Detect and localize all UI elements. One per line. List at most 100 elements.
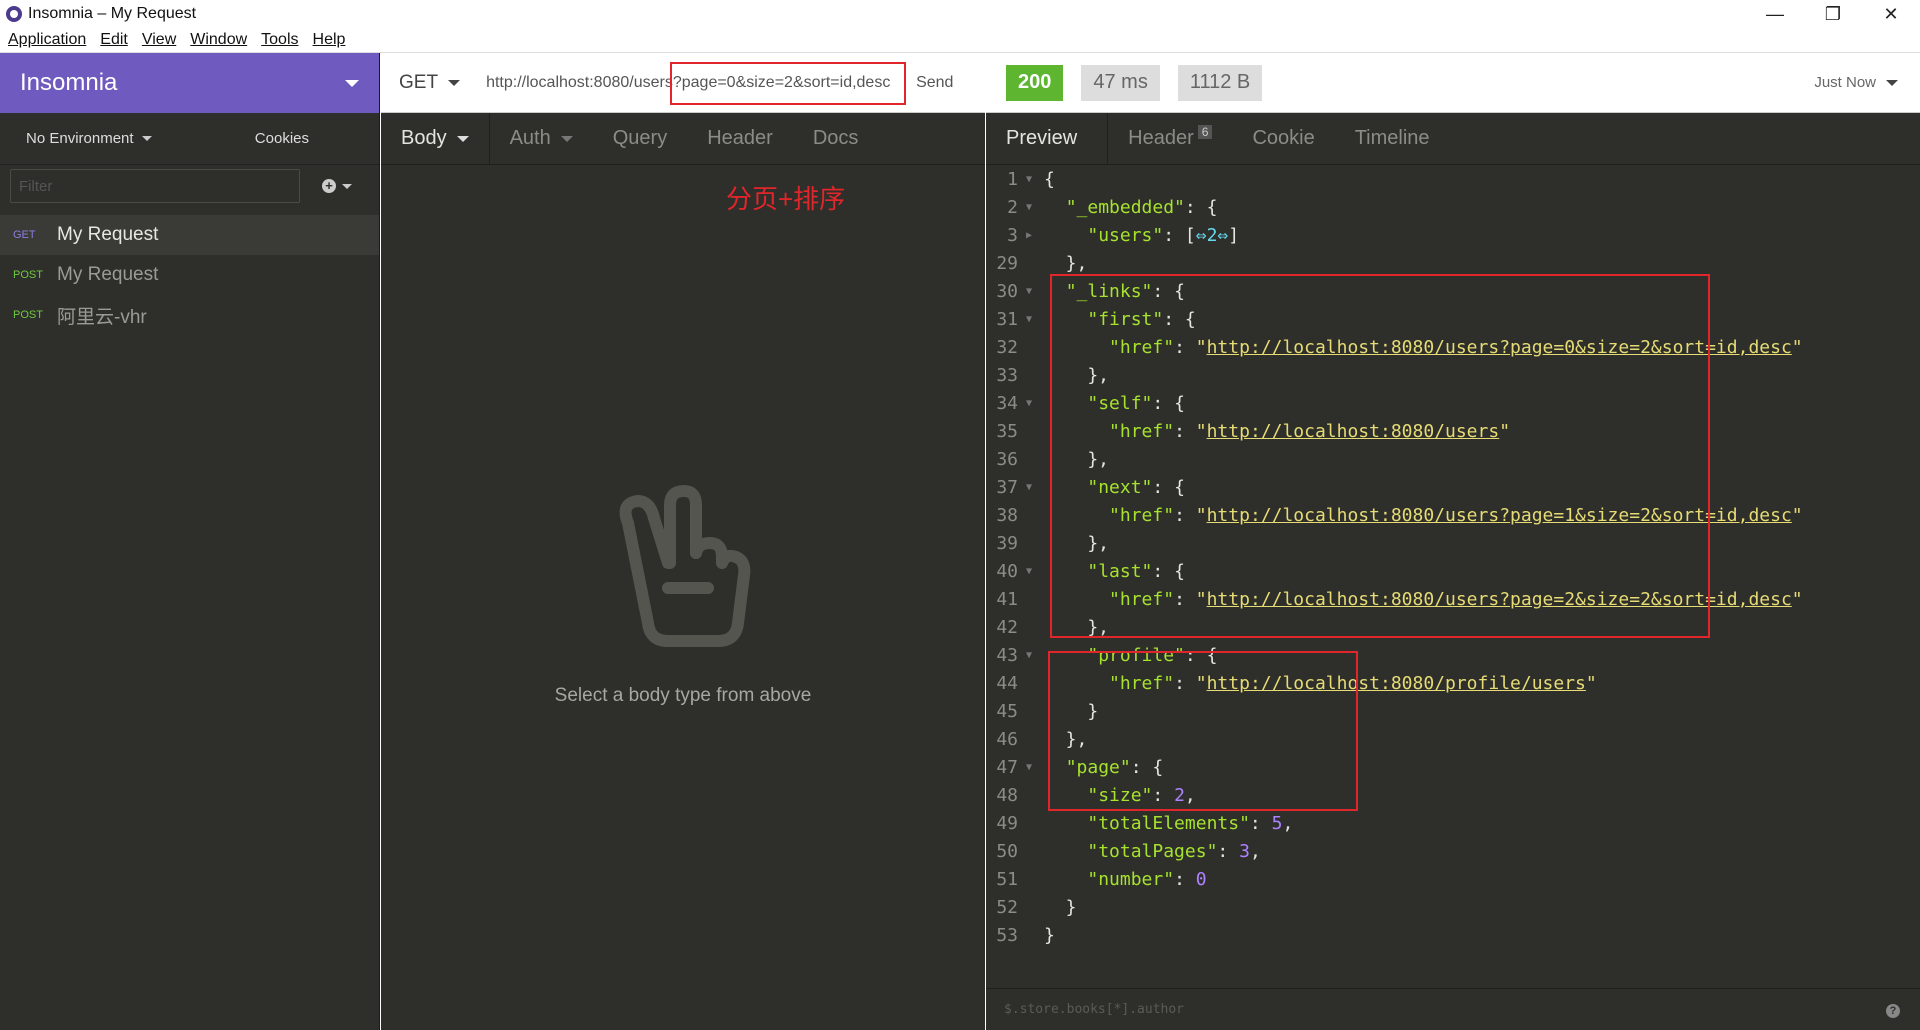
jsonpath-filter-input[interactable]: $.store.books[*].author: [986, 988, 1920, 1030]
size-badge: 1112 B: [1177, 64, 1263, 101]
code-line: 52 }: [996, 896, 1077, 918]
tab-query[interactable]: Query: [593, 113, 687, 165]
request-name: My Request: [57, 224, 159, 245]
method-label: GET: [399, 71, 439, 93]
total-elements-value: 5: [1271, 812, 1283, 834]
help-icon[interactable]: ?: [1886, 1004, 1900, 1018]
request-method: GET: [13, 229, 36, 241]
sidebar: Insomnia No Environment Cookies + GET My…: [0, 53, 380, 1030]
fold-toggle-icon[interactable]: ▶: [1022, 230, 1036, 241]
filter-input[interactable]: [10, 169, 300, 203]
code-line: 50 "totalPages": 3,: [996, 840, 1261, 862]
tab-label: Body: [401, 127, 447, 149]
method-dropdown[interactable]: GET: [381, 72, 478, 94]
add-request-button[interactable]: +: [322, 179, 352, 193]
chevron-down-icon: [448, 79, 461, 86]
peace-hand-icon: [619, 485, 751, 647]
code-line: 3 ▶ "users": [⇔2⇔]: [1007, 224, 1240, 246]
total-pages-value: 3: [1239, 840, 1250, 862]
tab-header[interactable]: Header: [687, 113, 793, 165]
environment-label: No Environment: [26, 130, 134, 147]
request-name: 阿里云-vhr: [57, 306, 147, 328]
plus-circle-icon: +: [322, 179, 336, 193]
fold-toggle-icon[interactable]: ▼: [1022, 762, 1036, 773]
request-item[interactable]: GET My Request: [0, 215, 379, 255]
tab-docs[interactable]: Docs: [793, 113, 879, 165]
fold-toggle-icon[interactable]: ▼: [1022, 174, 1036, 185]
response-body: 1 ▼{ 2 ▼ "_embedded": { 3 ▶ "users": [⇔2⇔] …: [986, 165, 1920, 949]
history-dropdown[interactable]: Just Now: [1814, 74, 1898, 91]
fold-toggle-icon[interactable]: ▼: [1022, 286, 1036, 297]
fold-toggle-icon[interactable]: ▼: [1022, 482, 1036, 493]
insomnia-logo-icon: [6, 6, 22, 22]
chevron-down-icon: [342, 183, 352, 189]
chevron-down-icon: [456, 135, 469, 142]
links-annotation-box: [1050, 274, 1710, 638]
code-line: 53}: [996, 924, 1055, 946]
send-button[interactable]: Send: [916, 74, 953, 92]
request-method: POST: [13, 309, 43, 321]
menu-window[interactable]: Window: [190, 31, 247, 49]
response-tabs: Preview Header 6 Cookie Timeline: [986, 112, 1920, 165]
request-method: POST: [13, 269, 43, 281]
minimize-button[interactable]: —: [1746, 0, 1804, 28]
page-number-value: 0: [1195, 868, 1207, 890]
request-pane: GET http://localhost:8080/users?page=0&s…: [381, 53, 985, 1030]
annotation-label: 分页+排序: [726, 184, 846, 214]
menu-edit[interactable]: Edit: [100, 31, 128, 49]
tab-response-header[interactable]: Header 6: [1108, 113, 1232, 165]
chevron-down-icon: [1886, 79, 1898, 86]
close-button[interactable]: ✕: [1862, 0, 1920, 28]
fold-toggle-icon[interactable]: ▼: [1022, 314, 1036, 325]
time-badge: 47 ms: [1081, 64, 1160, 101]
request-item[interactable]: POST 阿里云-vhr: [0, 295, 379, 335]
fold-toggle-icon[interactable]: ▼: [1022, 202, 1036, 213]
empty-body-text: Select a body type from above: [554, 685, 812, 706]
response-status-bar: 200 47 ms 1112 B Just Now: [986, 53, 1920, 113]
request-item[interactable]: POST My Request: [0, 255, 379, 295]
environment-row: No Environment Cookies: [0, 113, 379, 165]
request-list: GET My Request POST My Request POST 阿里云-…: [0, 215, 379, 335]
request-tabs: Body Auth Query Header Docs: [381, 112, 985, 165]
empty-body: [381, 483, 985, 658]
filter-row: +: [0, 165, 379, 207]
menu-bar: Application Edit View Window Tools Help: [0, 28, 1920, 53]
chevron-down-icon: [560, 135, 573, 142]
timestamp-label: Just Now: [1814, 74, 1876, 91]
code-line: 2 ▼ "_embedded": {: [1007, 196, 1218, 218]
fold-toggle-icon[interactable]: ▼: [1022, 398, 1036, 409]
window-title: Insomnia – My Request: [28, 5, 197, 22]
tab-timeline[interactable]: Timeline: [1335, 113, 1450, 165]
code-line: 29 },: [996, 252, 1088, 274]
tab-cookie[interactable]: Cookie: [1232, 113, 1334, 165]
code-line: 51 "number": 0: [996, 868, 1207, 890]
code-line: 49 "totalElements": 5,: [996, 812, 1294, 834]
window-controls: — ❐ ✕: [1746, 0, 1920, 28]
menu-help[interactable]: Help: [313, 31, 346, 49]
chevron-down-icon: [345, 79, 359, 87]
tab-label: Preview: [1006, 127, 1078, 149]
tab-label: Auth: [509, 127, 551, 149]
app-name: Insomnia: [20, 69, 118, 96]
menu-application[interactable]: Application: [8, 31, 86, 49]
tab-label: Header: [1128, 127, 1194, 149]
fold-toggle-icon[interactable]: ▼: [1022, 650, 1036, 661]
response-pane: 200 47 ms 1112 B Just Now Preview Header…: [986, 53, 1920, 1030]
header-count-badge: 6: [1197, 124, 1213, 139]
cookies-button[interactable]: Cookies: [255, 130, 309, 147]
menu-view[interactable]: View: [142, 31, 176, 49]
tab-preview[interactable]: Preview: [986, 112, 1109, 165]
collapsed-array[interactable]: ⇔2⇔: [1196, 225, 1229, 246]
tab-auth[interactable]: Auth: [490, 113, 593, 165]
url-annotation-box: [670, 62, 906, 105]
maximize-button[interactable]: ❐: [1804, 0, 1862, 28]
environment-selector[interactable]: No Environment: [26, 130, 152, 147]
chevron-down-icon: [141, 136, 152, 141]
status-badge: 200: [1006, 64, 1064, 101]
tab-body[interactable]: Body: [381, 112, 490, 165]
menu-tools[interactable]: Tools: [261, 31, 298, 49]
request-name: My Request: [57, 264, 159, 285]
fold-toggle-icon[interactable]: ▼: [1022, 566, 1036, 577]
workspace-dropdown[interactable]: Insomnia: [0, 53, 379, 113]
window-titlebar: Insomnia – My Request — ❐ ✕: [0, 0, 1920, 28]
